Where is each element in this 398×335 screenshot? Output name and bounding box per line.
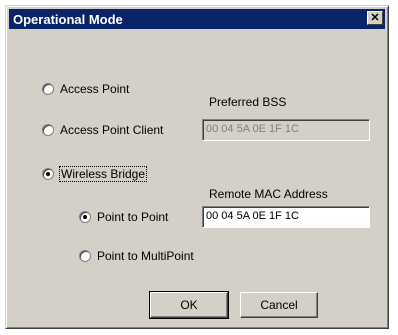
remote-mac-label: Remote MAC Address	[209, 187, 328, 201]
title-bar: Operational Mode ✕	[9, 9, 385, 29]
ok-button[interactable]: OK	[149, 291, 229, 319]
radio-button-icon[interactable]	[79, 250, 91, 262]
dialog-title: Operational Mode	[13, 11, 123, 27]
radio-button-icon[interactable]	[42, 124, 54, 136]
close-icon: ✕	[370, 11, 380, 24]
access-point-label: Access Point	[60, 82, 130, 96]
radio-access-point[interactable]: Access Point	[42, 82, 129, 96]
preferred-bss-label: Preferred BSS	[209, 95, 287, 109]
preferred-bss-field: 00 04 5A 0E 1F 1C	[202, 119, 370, 141]
radio-point-to-point[interactable]: Point to Point	[79, 210, 168, 224]
radio-point-to-multipoint[interactable]: Point to MultiPoint	[79, 249, 194, 263]
radio-button-icon[interactable]	[79, 211, 91, 223]
wireless-bridge-label: Wireless Bridge	[58, 166, 148, 182]
remote-mac-input[interactable]: 00 04 5A 0E 1F 1C	[202, 206, 370, 228]
radio-button-icon[interactable]	[42, 83, 54, 95]
point-to-multipoint-label: Point to MultiPoint	[97, 249, 194, 263]
point-to-point-label: Point to Point	[97, 210, 169, 224]
radio-wireless-bridge[interactable]: Wireless Bridge	[42, 166, 148, 182]
operational-mode-dialog: Operational Mode ✕ Access Point Preferre…	[5, 5, 389, 329]
radio-button-icon[interactable]	[42, 168, 54, 180]
radio-access-point-client[interactable]: Access Point Client	[42, 123, 163, 137]
access-point-client-label: Access Point Client	[60, 123, 164, 137]
close-button[interactable]: ✕	[367, 11, 383, 25]
cancel-button[interactable]: Cancel	[240, 292, 318, 318]
